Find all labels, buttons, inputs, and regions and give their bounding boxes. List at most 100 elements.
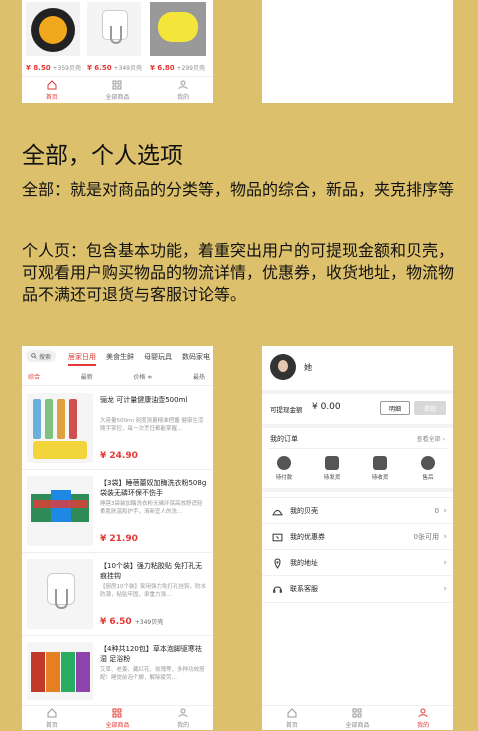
- withdraw-value: ¥ 0.00: [312, 402, 341, 412]
- product-image: [27, 559, 93, 629]
- profile-phone: 她 可提现金额 ¥ 0.00 明细 提现 我的订单 查看全部 › 待付款 待发货…: [262, 346, 453, 730]
- home-icon: [287, 707, 297, 717]
- row-label: 我的贝壳: [290, 507, 318, 515]
- chevron-right-icon: ›: [443, 506, 447, 516]
- chevron-right-icon: ›: [443, 532, 447, 542]
- tab-baby-toys[interactable]: 母婴玩具: [144, 352, 172, 362]
- product-card[interactable]: 【3袋】睡蓓蕾奴加酶洗衣粉508g袋装无磷环保不伤手 睡蓓3袋装加酶洗衣粉无磷环…: [22, 470, 213, 553]
- nav-mine-label: 我的: [417, 721, 430, 729]
- shells-3: +299贝壳: [176, 65, 205, 72]
- product-price: ¥ 24.90: [100, 451, 138, 461]
- withdraw-label: 可提现金额: [270, 406, 303, 414]
- filter-hottest[interactable]: 最热: [193, 372, 205, 381]
- product-image-1[interactable]: [26, 2, 80, 56]
- chevron-right-icon: ›: [442, 436, 445, 443]
- order-pending-payment[interactable]: 待付款: [264, 456, 304, 481]
- row-value: 0张可用: [413, 533, 439, 541]
- row-my-shells[interactable]: 我的贝壳 0 ›: [262, 497, 453, 524]
- nav-all-products[interactable]: 全部商品: [105, 80, 129, 101]
- product-image-3[interactable]: [150, 2, 206, 56]
- user-icon: [178, 80, 188, 89]
- chevron-right-icon: ›: [443, 584, 447, 594]
- avatar[interactable]: [270, 354, 296, 380]
- category-tabs: 居家日用 美食生鲜 母婴玩具 数码家电: [68, 352, 210, 366]
- nav-all-products[interactable]: 全部商品: [105, 708, 129, 729]
- top-left-phone: ¥ 8.50 +359贝壳 ¥ 6.50 +349贝壳 ¥ 6.80 +299贝…: [22, 0, 213, 103]
- shell-icon: [270, 504, 284, 518]
- product-card[interactable]: 骊龙 可计量健康油壶500ml 大容量500ml 刻度测量精准把握 健康生活随手…: [22, 387, 213, 470]
- product-title: 【4种共120包】草本泡脚驱寒祛湿 足浴粉: [100, 645, 202, 663]
- user-icon: [178, 708, 188, 717]
- row-label: 我的优惠券: [290, 533, 325, 541]
- filter-price[interactable]: 价格 ≑: [133, 372, 152, 381]
- shells-2: +349贝壳: [113, 65, 142, 72]
- nav-mine-label: 我的: [177, 721, 190, 729]
- location-icon: [270, 556, 284, 570]
- orders-view-all[interactable]: 查看全部 ›: [417, 434, 445, 443]
- product-card[interactable]: 【4种共120包】草本泡脚驱寒祛湿 足浴粉 艾草、老姜、藏红花、玫瑰等，多种功效…: [22, 636, 213, 706]
- row-my-address[interactable]: 我的地址 ›: [262, 549, 453, 576]
- row-my-coupons[interactable]: 我的优惠券 0张可用 ›: [262, 523, 453, 550]
- nav-home[interactable]: 首页: [286, 707, 298, 729]
- product-card[interactable]: 【10个装】强力粘胶贴 免打孔无痕挂钩 【厨房10个装】家用强力免打孔挂钩，防水…: [22, 553, 213, 636]
- category-header: 搜索 居家日用 美食生鲜 母婴玩具 数码家电: [26, 350, 213, 366]
- product-desc: 大容量500ml 刻度测量精准把握 健康生活随手掌控，每一次烹饪都能掌握…: [100, 418, 204, 432]
- order-label: 待收货: [371, 475, 389, 481]
- top-right-phone: [262, 0, 453, 103]
- product-desc: 【厨房10个装】家用强力免打孔挂钩，防水防潮，粘贴牢固，承重力强…: [100, 584, 206, 598]
- product-image: [27, 642, 93, 700]
- tab-digital[interactable]: 数码家电: [182, 352, 210, 362]
- product-shells: +349贝壳: [134, 619, 164, 626]
- order-pending-receipt[interactable]: 待收货: [360, 456, 400, 481]
- chevron-right-icon: ›: [443, 558, 447, 568]
- row-value: 0: [434, 507, 439, 515]
- nav-all-products-label: 全部商品: [105, 721, 130, 729]
- category-phone: 搜索 居家日用 美食生鲜 母婴玩具 数码家电 综合 最新 价格 ≑ 最热 骊龙 …: [22, 346, 213, 730]
- detail-button[interactable]: 明细: [380, 401, 410, 415]
- nav-all-products-label: 全部商品: [345, 721, 370, 729]
- filter-comprehensive[interactable]: 综合: [28, 372, 40, 381]
- withdraw-button[interactable]: 提现: [414, 401, 446, 415]
- filter-newest[interactable]: 最新: [81, 372, 93, 381]
- price-2: ¥ 6.50: [87, 64, 112, 72]
- price-1: ¥ 8.50: [26, 64, 51, 72]
- tab-home-goods[interactable]: 居家日用: [68, 352, 96, 366]
- nav-all-products[interactable]: 全部商品: [345, 708, 369, 729]
- row-label: 我的地址: [290, 559, 318, 567]
- nav-home-label: 首页: [45, 93, 58, 101]
- order-label: 待发货: [323, 475, 341, 481]
- search-icon: [31, 353, 37, 359]
- price-3: ¥ 6.80: [150, 64, 175, 72]
- order-after-sales[interactable]: 售后: [408, 456, 448, 481]
- nav-mine[interactable]: 我的: [417, 708, 429, 729]
- bottom-nav: 首页 全部商品 我的: [22, 705, 213, 730]
- product-desc: 睡蓓3袋装加酶洗衣粉无磷环保高效舒适轻柔肌肤温和护手，清新宜人的洗…: [100, 501, 203, 515]
- grid-icon: [112, 80, 122, 89]
- order-pending-shipment[interactable]: 待发货: [312, 456, 352, 481]
- orders-view-all-label: 查看全部: [416, 436, 441, 443]
- nav-mine[interactable]: 我的: [177, 80, 189, 101]
- product-price: ¥ 6.50 +349贝壳: [100, 617, 163, 627]
- product-price-value: ¥ 6.50: [100, 617, 132, 627]
- product-image: [27, 393, 93, 463]
- coupon-icon: [270, 530, 284, 544]
- product-title: 【3袋】睡蓓蕾奴加酶洗衣粉508g袋装无磷环保不伤手: [100, 479, 207, 497]
- box-icon: [325, 456, 339, 470]
- product-price: ¥ 21.90: [100, 534, 138, 544]
- search-button[interactable]: 搜索: [26, 350, 56, 362]
- nav-home[interactable]: 首页: [46, 707, 58, 729]
- nav-all-products-label: 全部商品: [105, 93, 130, 101]
- row-customer-service[interactable]: 联系客服 ›: [262, 575, 453, 603]
- user-icon: [418, 708, 428, 717]
- service-icon: [421, 456, 435, 470]
- product-image-2[interactable]: [87, 2, 141, 56]
- section-para-2: 个人页：包含基本功能，着重突出用户的可提现金额和贝壳，可观看用户购买物品的物流详…: [22, 241, 455, 304]
- nav-home[interactable]: 首页: [45, 79, 58, 101]
- nav-mine-label: 我的: [177, 93, 190, 101]
- grid-icon: [352, 708, 362, 717]
- username: 她: [304, 363, 312, 372]
- order-label: 售后: [422, 475, 434, 481]
- nav-mine[interactable]: 我的: [177, 708, 189, 729]
- tab-food[interactable]: 美食生鲜: [106, 352, 134, 362]
- bottom-nav: 首页 全部商品 我的: [22, 76, 213, 103]
